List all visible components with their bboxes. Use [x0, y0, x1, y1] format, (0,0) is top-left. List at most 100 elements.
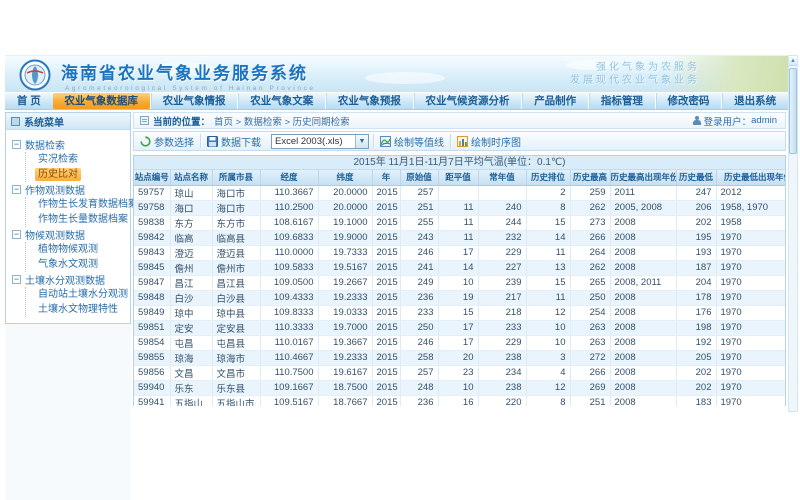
table-row[interactable]: 59757琼山海口市110.366720.0000201525722592011… [134, 185, 786, 200]
table-cell: 109.6833 [260, 230, 318, 245]
download-button[interactable]: 数据下载 [207, 134, 261, 149]
nav-item[interactable]: 农业气象情报 [150, 93, 238, 109]
draw-timeseries-button[interactable]: 绘制时序图 [457, 134, 521, 149]
sidebar-group[interactable]: −作物观测数据 [12, 182, 130, 197]
collapse-icon[interactable]: − [12, 230, 21, 239]
table-row[interactable]: 59758海口海口市110.250020.0000201525111240826… [134, 200, 786, 215]
collapse-icon[interactable]: − [12, 140, 21, 149]
column-header: 站点编号 [134, 170, 170, 185]
sidebar-item-label: 植物物候观测 [35, 243, 101, 256]
table-row[interactable]: 59854屯昌屯昌县110.016719.3667201524617229102… [134, 335, 786, 350]
nav-item[interactable]: 指标管理 [588, 93, 655, 109]
table-cell: 2008, 2011 [610, 275, 676, 290]
table-cell: 204 [676, 275, 716, 290]
scrollbar-thumb[interactable] [789, 68, 797, 154]
table-cell: 19.5167 [318, 260, 372, 275]
collapse-icon[interactable]: − [12, 275, 21, 284]
column-header: 纬度 [318, 170, 372, 185]
scroll-up-icon[interactable]: ▲ [789, 56, 797, 66]
sidebar-group[interactable]: −数据检索 [12, 137, 130, 152]
table-cell: 19.0333 [318, 305, 372, 320]
table-row[interactable]: 59843澄迈澄迈县110.000019.7333201524617229112… [134, 245, 786, 260]
table-row[interactable]: 59847昌江昌江县109.050019.2667201524910239152… [134, 275, 786, 290]
table-cell: 19.2333 [318, 290, 372, 305]
table-cell: 2015 [372, 230, 400, 245]
table-cell: 11 [526, 245, 570, 260]
nav-item[interactable]: 农业气象文案 [237, 93, 325, 109]
table-cell: 11 [438, 215, 478, 230]
table-row[interactable]: 59855琼海琼海市110.466719.2333201525820238327… [134, 350, 786, 365]
table-row[interactable]: 59851定安定安县110.333319.7000201525017233102… [134, 320, 786, 335]
sidebar-item[interactable]: 作物生长量数据档案 [26, 212, 130, 227]
table-cell: 琼中 [170, 305, 212, 320]
table-row[interactable]: 59940乐东乐东县109.166718.7500201524810238122… [134, 380, 786, 395]
table-cell: 2015 [372, 245, 400, 260]
sidebar-item-label: 作物生长量数据档案 [35, 213, 131, 226]
nav-item[interactable]: 农业气象预报 [325, 93, 413, 109]
sidebar-item[interactable]: 历史比对 [26, 167, 130, 182]
user-label: 登录用户： [704, 114, 752, 128]
table-cell: 2008 [610, 305, 676, 320]
sidebar-item[interactable]: 实况检索 [26, 152, 130, 167]
table-cell: 1970 [716, 320, 786, 335]
table-row[interactable]: 59849琼中琼中县109.833319.0333201523315218122… [134, 305, 786, 320]
table-row[interactable]: 59941五指山五指山市109.516718.76672015236162208… [134, 395, 786, 406]
sidebar-group-label: 土壤水分观测数据 [25, 272, 105, 287]
table-cell: 59854 [134, 335, 170, 350]
sidebar-group-label: 作物观测数据 [25, 182, 85, 197]
sidebar-tree: −数据检索实况检索历史比对−作物观测数据作物生长发育数据档案作物生长量数据档案−… [6, 130, 130, 317]
column-header: 历史最高出现年份 [610, 170, 676, 185]
sidebar-group[interactable]: −物候观测数据 [12, 227, 130, 242]
table-cell: 2015 [372, 365, 400, 380]
breadcrumb-prefix: 当前的位置： [153, 114, 210, 128]
nav-item[interactable]: 首 页 [5, 93, 53, 109]
sidebar-item[interactable]: 气象水文观测 [26, 257, 130, 272]
table-cell: 15 [438, 305, 478, 320]
table-cell: 12 [526, 305, 570, 320]
nav-item[interactable]: 产品制作 [521, 93, 588, 109]
sidebar-group[interactable]: −土壤水分观测数据 [12, 272, 130, 287]
table-row[interactable]: 59842临高临高县109.683319.9000201524311232142… [134, 230, 786, 245]
chevron-down-icon[interactable]: ▼ [355, 135, 368, 148]
table-cell: 257 [400, 185, 438, 200]
table-cell: 屯昌县 [212, 335, 260, 350]
draw-contour-button[interactable]: 绘制等值线 [380, 134, 444, 149]
sidebar-item[interactable]: 土壤水文物理特性 [26, 302, 130, 317]
table-row[interactable]: 59856文昌文昌市110.750019.6167201525723234426… [134, 365, 786, 380]
collapse-icon[interactable]: − [12, 185, 21, 194]
table-cell: 2 [526, 185, 570, 200]
table-cell: 昌江县 [212, 275, 260, 290]
table-cell: 2008 [610, 335, 676, 350]
nav-item[interactable]: 农业气象数据库 [53, 93, 150, 109]
table-cell: 文昌市 [212, 365, 260, 380]
nav-item[interactable]: 退出系统 [721, 93, 788, 109]
table-cell: 238 [478, 350, 526, 365]
table-cell: 2008 [610, 320, 676, 335]
table-cell: 2011 [610, 185, 676, 200]
table-cell: 236 [400, 290, 438, 305]
param-select-button[interactable]: 参数选择 [140, 134, 194, 149]
table-cell: 临高 [170, 230, 212, 245]
nav-item[interactable]: 农业气候资源分析 [413, 93, 522, 109]
sidebar-item[interactable]: 植物物候观测 [26, 242, 130, 257]
table-row[interactable]: 59838东方东方市108.616719.1000201525511244152… [134, 215, 786, 230]
table-row[interactable]: 59845儋州儋州市109.583319.5167201524114227132… [134, 260, 786, 275]
table-cell: 251 [400, 200, 438, 215]
table-cell: 14 [438, 260, 478, 275]
sidebar-item[interactable]: 作物生长发育数据档案 [26, 197, 130, 212]
table-cell: 206 [676, 200, 716, 215]
table-cell: 17 [438, 335, 478, 350]
sidebar-item[interactable]: 自动站土壤水分观测 [26, 287, 130, 302]
table-cell: 202 [676, 365, 716, 380]
vertical-scrollbar[interactable]: ▲ [788, 55, 798, 412]
format-select[interactable]: Excel 2003(.xls) ▼ [271, 134, 369, 149]
sidebar-item-label: 实况检索 [35, 153, 81, 166]
table-cell: 昌江 [170, 275, 212, 290]
table-cell: 255 [400, 215, 438, 230]
table-cell: 1970 [716, 290, 786, 305]
nav-item[interactable]: 修改密码 [655, 93, 722, 109]
breadcrumb[interactable]: 首页 > 数据检索 > 历史同期检索 [214, 114, 350, 128]
table-cell: 109.0500 [260, 275, 318, 290]
sidebar-header-label: 系统菜单 [24, 114, 64, 129]
table-row[interactable]: 59848白沙白沙县109.433319.2333201523619217112… [134, 290, 786, 305]
